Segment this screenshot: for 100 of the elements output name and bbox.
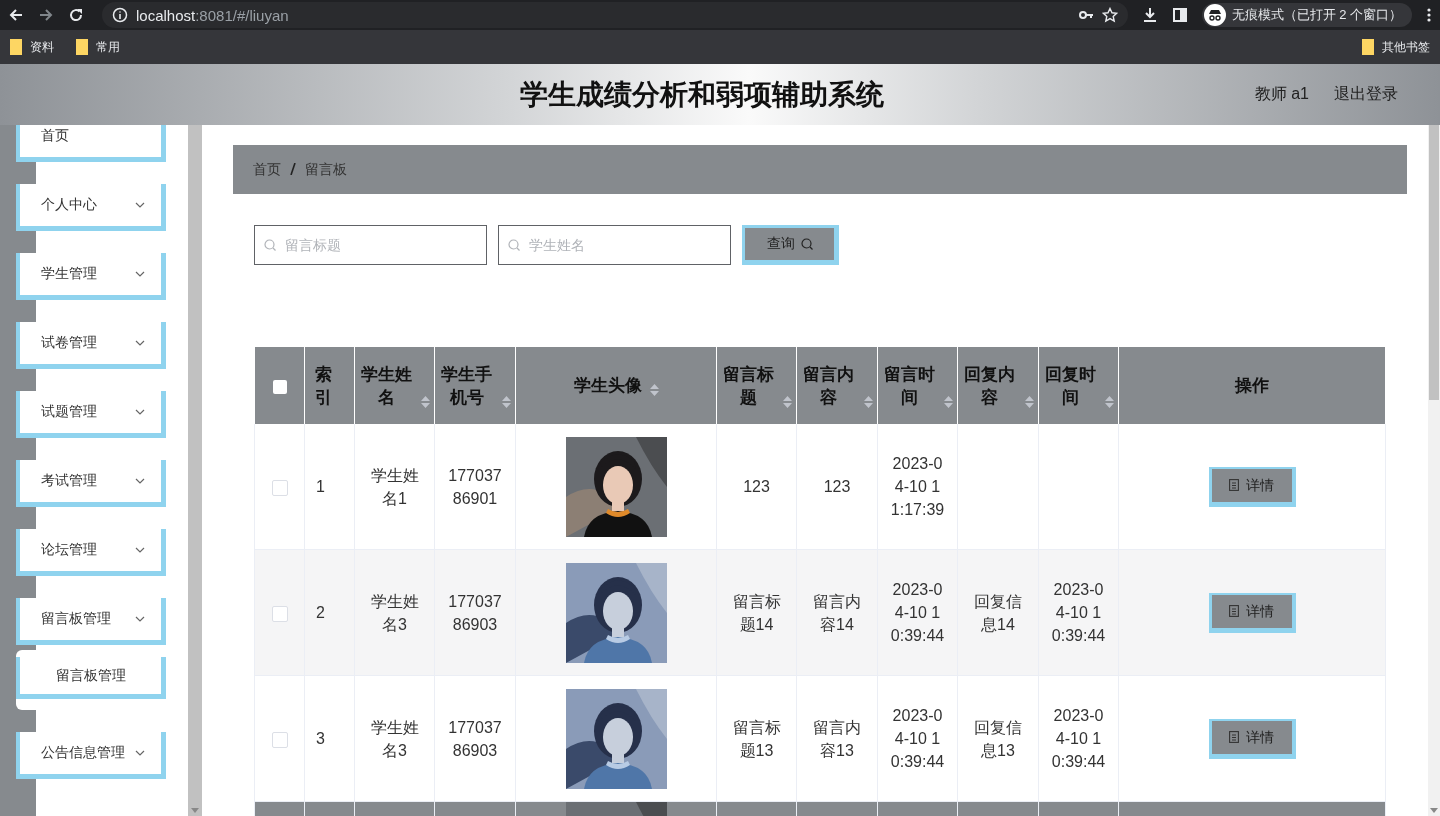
column-header: 留言标题 bbox=[721, 363, 775, 409]
column-header: 留言时间 bbox=[882, 363, 936, 409]
select-all-checkbox[interactable] bbox=[272, 379, 287, 394]
url-text: localhost:8081/#/liuyan bbox=[136, 6, 289, 24]
document-icon bbox=[1229, 479, 1239, 491]
download-icon[interactable] bbox=[1141, 7, 1158, 23]
slash-icon bbox=[290, 162, 296, 175]
document-icon bbox=[1229, 605, 1239, 617]
column-header: 学生手机号 bbox=[440, 363, 493, 409]
reload-icon[interactable] bbox=[68, 7, 84, 23]
chevron-down-icon bbox=[135, 478, 145, 484]
menu-item[interactable]: 首页 bbox=[16, 125, 166, 162]
app-title: 学生成绩分析和弱项辅助系统 bbox=[519, 77, 886, 112]
sort-icon[interactable] bbox=[783, 394, 792, 409]
forward-icon[interactable] bbox=[38, 7, 54, 23]
table-cell: 回复信息14 bbox=[974, 592, 1022, 633]
column-header: 操作 bbox=[1235, 375, 1269, 397]
row-checkbox[interactable] bbox=[271, 479, 288, 496]
bookmark[interactable]: 常用 bbox=[76, 38, 120, 56]
document-icon bbox=[1229, 731, 1239, 743]
incognito-icon bbox=[1203, 4, 1226, 26]
column-header: 索引 bbox=[315, 364, 332, 407]
logout-link[interactable]: 退出登录 bbox=[1334, 84, 1398, 105]
scroll-down-icon[interactable] bbox=[191, 808, 199, 813]
info-icon bbox=[112, 7, 128, 23]
details-button[interactable]: 详情 bbox=[1208, 466, 1296, 507]
table-cell: 留言内容13 bbox=[813, 718, 861, 759]
table-cell: 学生姓名3 bbox=[370, 592, 419, 633]
chevron-down-icon bbox=[135, 271, 145, 277]
sort-icon[interactable] bbox=[1105, 394, 1114, 409]
table-cell: 回复信息13 bbox=[974, 718, 1022, 759]
scrollbar-thumb[interactable] bbox=[1429, 125, 1439, 400]
column-header: 学生姓名 bbox=[359, 363, 413, 409]
menu-item[interactable]: 学生管理 bbox=[16, 253, 166, 300]
table-cell: 2023-04-10 10:39:44 bbox=[890, 581, 945, 644]
user-name: 教师 a1 bbox=[1254, 84, 1309, 104]
search-icon bbox=[508, 239, 520, 251]
table-cell: 17703786903 bbox=[448, 718, 502, 759]
back-icon[interactable] bbox=[8, 7, 24, 23]
search-field[interactable]: 留言标题 bbox=[254, 225, 487, 265]
address-bar[interactable]: localhost:8081/#/liuyan bbox=[102, 2, 1128, 28]
sort-icon[interactable] bbox=[1025, 394, 1034, 409]
table-cell: 学生姓名3 bbox=[370, 718, 419, 759]
star-icon[interactable] bbox=[1101, 7, 1118, 23]
breadcrumb-item[interactable]: 首页 bbox=[253, 160, 281, 179]
chevron-down-icon bbox=[135, 202, 145, 208]
menu-item[interactable]: 试题管理 bbox=[16, 391, 166, 438]
chevron-down-icon bbox=[135, 616, 145, 622]
table-cell: 留言标题14 bbox=[732, 592, 781, 633]
bookmark-folder[interactable]: 其他书签 bbox=[1362, 38, 1430, 56]
menu-item[interactable]: 公告信息管理 bbox=[16, 732, 166, 779]
index-text: 3 bbox=[316, 730, 325, 747]
incognito-badge[interactable]: 无痕模式（已打开 2 个窗口） bbox=[1201, 3, 1412, 27]
table-cell: 2023-04-10 10:39:44 bbox=[1051, 581, 1106, 644]
chevron-down-icon bbox=[135, 340, 145, 346]
row-checkbox[interactable] bbox=[271, 605, 288, 622]
table-cell: 2023-04-10 11:17:39 bbox=[890, 455, 945, 518]
chevron-down-icon bbox=[135, 750, 145, 756]
table-cell: 留言内容14 bbox=[813, 592, 861, 633]
scrollbar[interactable] bbox=[188, 125, 202, 816]
table-cell: 学生姓名1 bbox=[370, 466, 419, 507]
query-button[interactable]: 查询 bbox=[742, 225, 839, 265]
sort-icon[interactable] bbox=[421, 394, 430, 409]
folder-icon bbox=[10, 39, 22, 55]
table-cell: 17703786903 bbox=[448, 592, 502, 633]
menu-icon[interactable] bbox=[1426, 7, 1432, 23]
menu-item[interactable]: 论坛管理 bbox=[16, 529, 166, 576]
bookmark[interactable]: 资料 bbox=[10, 38, 54, 56]
table-cell: 17703786901 bbox=[448, 466, 502, 507]
menu-item[interactable]: 考试管理 bbox=[16, 460, 166, 507]
search-field[interactable]: 学生姓名 bbox=[498, 225, 731, 265]
index-text: 1 bbox=[316, 478, 325, 495]
sort-icon[interactable] bbox=[864, 394, 873, 409]
breadcrumb-item: 留言板 bbox=[305, 160, 347, 179]
index-text: 2 bbox=[316, 604, 325, 621]
folder-icon bbox=[1362, 39, 1374, 55]
menu-item[interactable]: 试卷管理 bbox=[16, 322, 166, 369]
table-cell: 2023-04-10 10:39:44 bbox=[890, 707, 945, 770]
details-button[interactable]: 详情 bbox=[1208, 718, 1296, 759]
submenu-item[interactable]: 留言板管理 bbox=[16, 657, 166, 699]
table-cell: 123 bbox=[823, 478, 851, 495]
sort-icon[interactable] bbox=[944, 394, 953, 409]
chevron-down-icon bbox=[135, 409, 145, 415]
table-cell: 123 bbox=[743, 478, 770, 495]
menu-item[interactable]: 留言板管理 bbox=[16, 598, 166, 645]
scroll-down-icon[interactable] bbox=[1430, 808, 1438, 813]
sort-icon[interactable] bbox=[502, 394, 511, 409]
menu-item[interactable]: 个人中心 bbox=[16, 184, 166, 231]
column-header: 回复内容 bbox=[963, 363, 1016, 409]
sort-icon[interactable] bbox=[649, 383, 659, 397]
column-header: 回复时间 bbox=[1043, 363, 1097, 409]
details-button[interactable]: 详情 bbox=[1208, 592, 1296, 633]
side-panel-icon[interactable] bbox=[1171, 7, 1188, 23]
table-cell: 2023-04-10 10:39:44 bbox=[1051, 707, 1106, 770]
scrollbar[interactable] bbox=[1428, 125, 1440, 816]
table-cell: 留言标题13 bbox=[732, 718, 781, 759]
search-icon bbox=[264, 239, 276, 251]
row-checkbox[interactable] bbox=[271, 731, 288, 748]
column-header: 留言内容 bbox=[802, 363, 855, 409]
chevron-down-icon bbox=[135, 547, 145, 553]
